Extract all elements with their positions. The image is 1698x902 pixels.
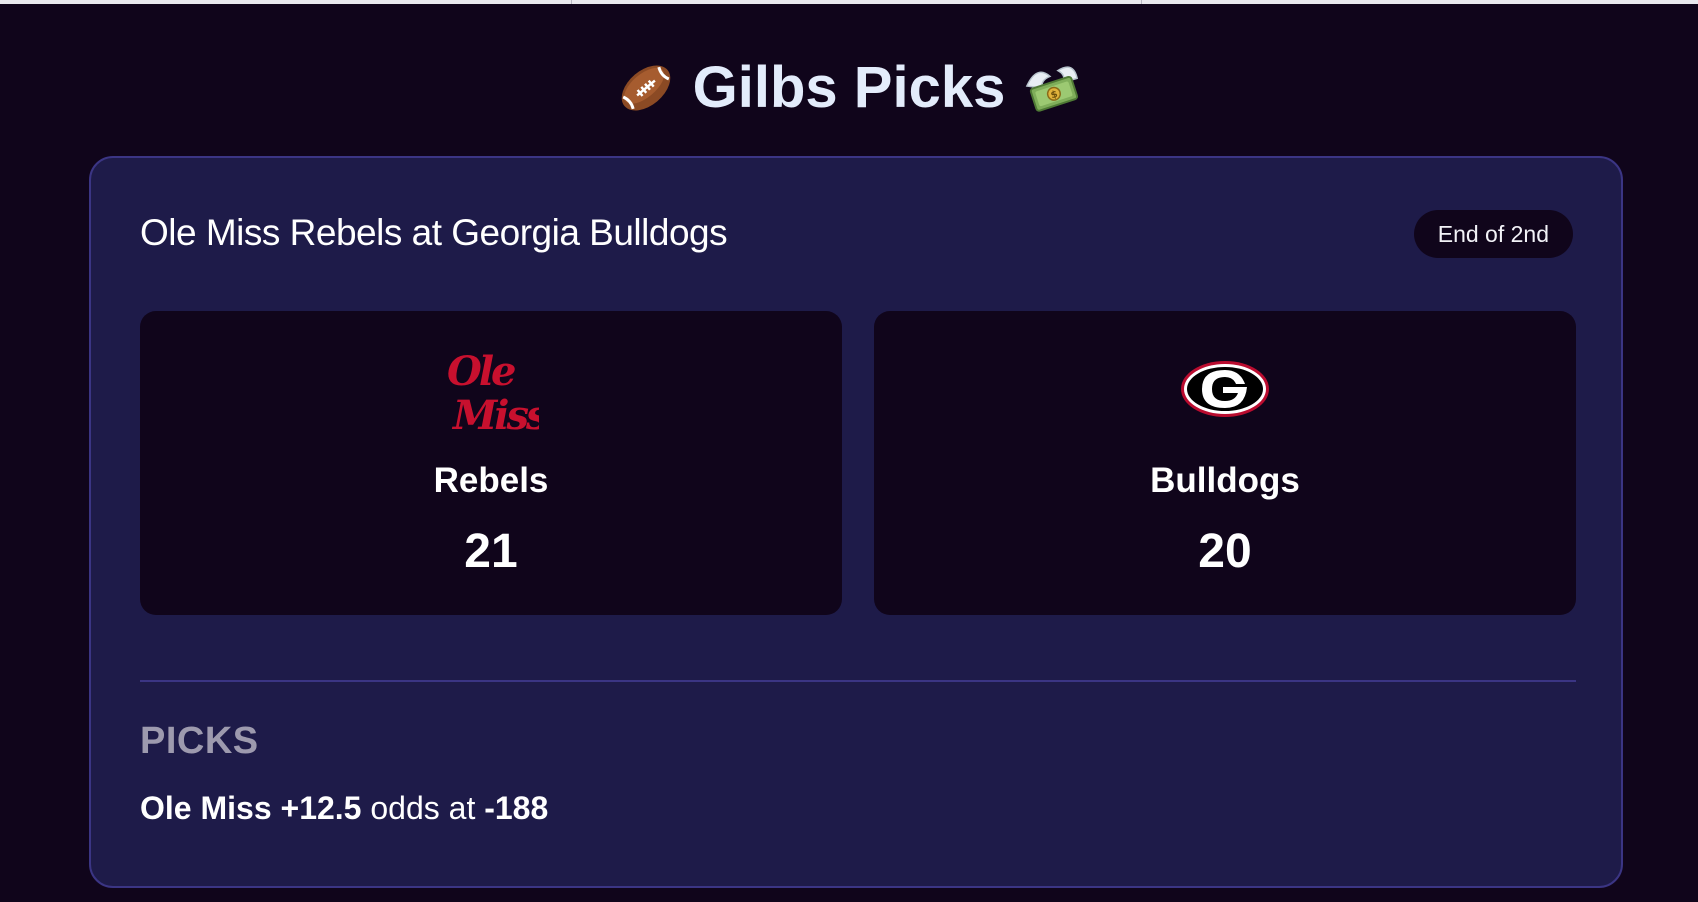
ole-miss-logo-icon: Ole Miss xyxy=(447,348,539,437)
page-title: Gilbs Picks $ xyxy=(0,52,1698,124)
team-score: 21 xyxy=(464,525,518,578)
picks-heading: PICKS xyxy=(140,720,259,762)
pick-selection: Ole Miss +12.5 xyxy=(140,790,362,826)
team-card-home: Bulldogs 20 xyxy=(874,311,1576,615)
pick-connector: odds at xyxy=(370,790,476,826)
game-card: Ole Miss Rebels at Georgia Bulldogs End … xyxy=(89,156,1623,888)
team-score: 20 xyxy=(1198,525,1252,578)
team-card-away: Ole Miss Rebels 21 xyxy=(140,311,842,615)
team-name: Rebels xyxy=(433,461,549,500)
football-icon xyxy=(621,65,670,111)
team-name: Bulldogs xyxy=(1150,461,1300,500)
section-divider xyxy=(140,680,1576,682)
svg-text:Ole: Ole xyxy=(447,348,515,395)
strip-divider xyxy=(571,0,572,4)
game-matchup-title: Ole Miss Rebels at Georgia Bulldogs xyxy=(140,212,728,253)
top-edge-strip xyxy=(0,0,1698,4)
page-title-text: Gilbs Picks xyxy=(692,55,1006,120)
svg-text:Miss: Miss xyxy=(451,392,539,437)
game-status-badge: End of 2nd xyxy=(1413,210,1573,258)
money-with-wings-icon: $ xyxy=(1026,66,1079,112)
pick-odds: -188 xyxy=(484,790,549,826)
pick-item: Ole Miss +12.5 odds at -188 xyxy=(140,790,548,827)
georgia-g-logo-icon xyxy=(1181,361,1269,417)
strip-divider xyxy=(1141,0,1142,4)
